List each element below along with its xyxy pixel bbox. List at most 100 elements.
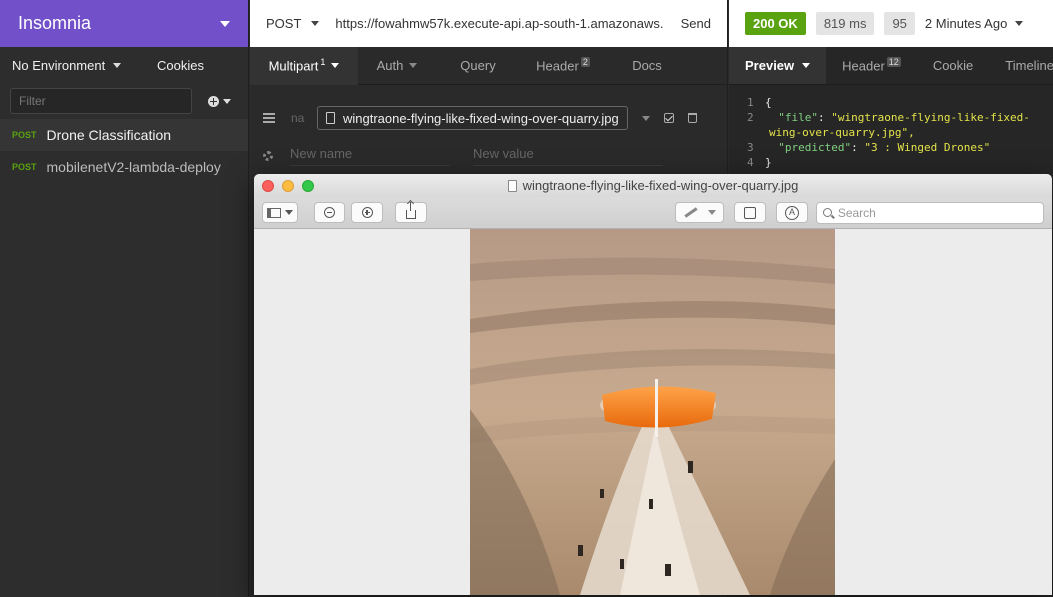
tab-label: Auth [376,58,404,73]
preview-title: wingtraone-flying-like-fixed-wing-over-q… [254,174,1052,197]
zoom-in-button[interactable] [351,202,383,223]
tab-label-text: Multipart [268,58,319,74]
tab-query[interactable]: Query [436,47,520,85]
environment-row: No Environment Cookies [0,47,248,83]
markup-button[interactable]: A [776,202,808,223]
tab-multipart[interactable]: Multipart 1 [250,46,358,85]
method-label: POST [266,16,302,31]
sidebar-item-mobilenetv2-lambda-deploy[interactable]: POST mobilenetV2-lambda-deploy [0,151,248,183]
tab-label: Preview [745,58,795,73]
window-controls [262,179,314,192]
status-badge: 200 OK [745,12,806,35]
filter-row [0,83,248,119]
tab-docs[interactable]: Docs [606,47,688,85]
history-dropdown[interactable]: 2 Minutes Ago [925,16,1024,31]
search-placeholder: Search [837,205,876,220]
tab-label: Cookie [932,58,974,73]
drag-handle-icon[interactable] [263,113,275,123]
param-name-input[interactable]: na [291,111,317,125]
url-input[interactable]: https://fowahmw57k.execute-api.ap-south-… [335,16,666,31]
code-text: } [765,156,772,169]
code-line: wing-over-quarry.jpg", [747,125,1053,140]
code-line: 1{ [747,96,772,109]
tab-badge: 1 [320,57,326,68]
new-value-input[interactable]: New value [473,146,663,166]
chevron-down-icon [802,63,811,68]
tab-header[interactable]: Header 2 [520,47,606,85]
tab-response-header[interactable]: Header 12 [826,47,917,84]
file-picker-button[interactable]: wingtraone-flying-like-fixed-wing-over-q… [317,106,628,130]
zoom-button[interactable] [302,179,314,192]
trash-icon[interactable] [687,113,697,123]
preview-window: wingtraone-flying-like-fixed-wing-over-q… [254,174,1052,595]
tab-badge: 2 [580,57,590,68]
search-icon [822,208,832,217]
chevron-down-icon [284,210,293,215]
filter-input[interactable] [10,88,192,114]
workspace-menu[interactable]: Insomnia [0,0,248,47]
document-icon [507,179,517,192]
chevron-down-icon [223,98,231,104]
plus-circle-icon [208,95,219,107]
chevron-down-icon [311,21,320,26]
sidebar: Insomnia No Environment Cookies POST Dro… [0,0,249,597]
method-badge: POST [12,162,37,172]
preview-canvas [254,229,1052,595]
tab-timeline[interactable]: Timeline [989,47,1053,84]
file-name: wingtraone-flying-like-fixed-wing-over-q… [343,110,619,126]
close-button[interactable] [262,179,274,192]
sidebar-item-drone-classification[interactable]: POST Drone Classification [0,119,248,151]
cookies-button[interactable]: Cookies [157,58,204,73]
share-button[interactable] [394,202,427,223]
time-badge: 819 ms [815,12,875,35]
tab-auth[interactable]: Auth [358,47,436,85]
size-badge: 95 [884,12,915,35]
chevron-down-icon [331,63,340,68]
method-selector[interactable]: POST [250,16,335,31]
chevron-down-icon [707,210,716,215]
tab-label-text: Header [536,58,579,74]
minimize-button[interactable] [282,179,294,192]
add-request-button[interactable] [208,95,231,107]
tab-badge: 12 [886,57,901,68]
environment-label: No Environment [12,57,106,73]
enable-checkbox-icon[interactable] [663,113,674,123]
request-label: mobilenetV2-lambda-deploy [46,159,221,175]
sidebar-icon [266,207,281,218]
search-field[interactable]: Search [815,201,1045,224]
environment-selector[interactable]: No Environment [12,57,122,73]
json-key: "predicted" [778,141,852,154]
tab-cookie[interactable]: Cookie [917,47,989,84]
tab-preview[interactable]: Preview [729,47,827,84]
json-value: "3 : Winged Drones" [864,141,991,154]
json-key: "file" [778,111,818,124]
code-text: { [765,96,772,109]
quarry-drone-photo [470,229,835,595]
response-body[interactable]: 1{ 2 "file": "wingtraone-flying-like-fix… [729,85,1053,170]
send-button[interactable]: Send [667,16,727,31]
sidebar-toggle-button[interactable] [262,202,298,223]
chevron-down-icon [409,63,418,68]
json-value: wing-over-quarry.jpg", [769,126,915,139]
preview-toolbar: A Search [254,197,1052,229]
method-badge: POST [12,130,37,140]
gear-icon[interactable] [263,151,273,161]
annotate-button[interactable] [674,202,725,223]
status-bar: 200 OK 819 ms 95 2 Minutes Ago [729,0,1053,47]
request-label: Drone Classification [46,127,172,143]
new-param-row: New name New value [250,142,728,170]
param-type-dropdown-icon[interactable] [641,115,650,121]
zoom-out-button[interactable] [313,202,346,223]
share-icon [405,202,416,219]
preview-title-bar[interactable]: wingtraone-flying-like-fixed-wing-over-q… [254,174,1052,197]
preview-title-text: wingtraone-flying-like-fixed-wing-over-q… [522,178,799,193]
new-name-input[interactable]: New name [290,146,450,166]
json-value: "wingtraone-flying-like-fixed- [831,111,1030,124]
response-tabs: Preview Header 12 Cookie Timeline [729,47,1053,85]
rotate-button[interactable] [734,202,767,223]
chevron-down-icon [113,62,122,68]
zoom-in-icon [361,207,373,218]
zoom-out-icon [323,207,335,218]
code-line: 2 "file": "wingtraone-flying-like-fixed- [747,111,1030,124]
pen-icon [683,207,698,218]
